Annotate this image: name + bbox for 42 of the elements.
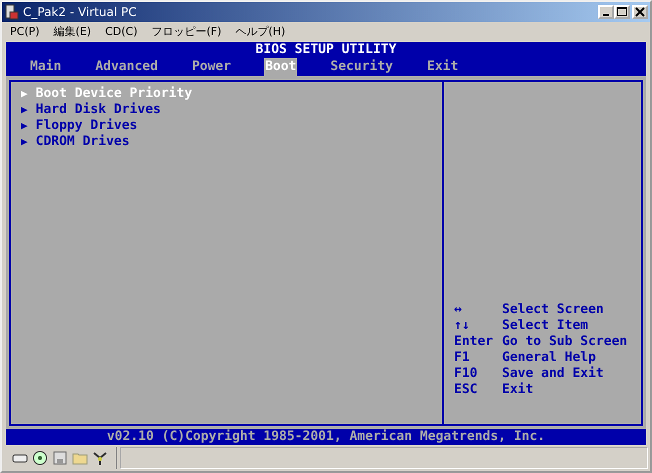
arrow-marker: ▶ (21, 118, 28, 134)
bios-tab[interactable]: Exit (426, 58, 460, 76)
help-key: F1 (454, 350, 502, 366)
help-text: Go to Sub Screen (502, 334, 628, 350)
menu-entry[interactable]: Hard Disk Drives (36, 102, 161, 118)
help-text: Save and Exit (502, 366, 604, 382)
disc-icon[interactable] (32, 450, 48, 466)
menu-entry[interactable]: CDROM Drives (36, 134, 130, 150)
maximize-icon (617, 7, 627, 17)
help-text: Select Screen (502, 302, 604, 318)
bios-title: BIOS SETUP UTILITY (254, 42, 398, 58)
help-key: Enter (454, 334, 502, 350)
arrow-marker: ▶ (21, 134, 28, 150)
close-button[interactable] (632, 5, 648, 19)
menu-entry[interactable]: Floppy Drives (36, 118, 138, 134)
computer-icon (4, 4, 20, 20)
help-text: Exit (502, 382, 534, 398)
arrow-marker: ▶ (21, 86, 28, 102)
window-title: C_Pak2 - Virtual PC (23, 5, 138, 19)
help-key: ↑↓ (454, 318, 502, 334)
help-key: ESC (454, 382, 502, 398)
menu-item[interactable]: ヘルプ(H) (235, 24, 286, 38)
bios-tab[interactable]: Power (190, 58, 232, 76)
menu-item[interactable]: フロッピー(F) (152, 24, 222, 38)
menu-item[interactable]: 編集(E) (54, 24, 92, 38)
minimize-button[interactable] (598, 5, 614, 19)
bios-tab[interactable]: Main (29, 58, 62, 76)
menu-item[interactable]: CD(C) (105, 24, 138, 38)
maximize-button[interactable] (614, 5, 630, 19)
copyright-text: v02.10 (C)Copyright 1985-2001, American Megatrends, Inc. (106, 429, 546, 445)
help-text: General Help (502, 350, 596, 366)
close-icon (635, 7, 645, 17)
help-text: Select Item (502, 318, 588, 334)
floppy-icon[interactable] (52, 450, 68, 466)
arrow-marker: ▶ (21, 102, 28, 118)
bios-tab[interactable]: Security (329, 58, 394, 76)
help-key: ↔ (454, 302, 502, 318)
help-key: F10 (454, 366, 502, 382)
menu-item[interactable]: PC(P) (10, 24, 40, 38)
bios-tab[interactable]: Advanced (94, 58, 159, 76)
network-icon[interactable] (92, 450, 108, 466)
minimize-icon (603, 14, 609, 16)
